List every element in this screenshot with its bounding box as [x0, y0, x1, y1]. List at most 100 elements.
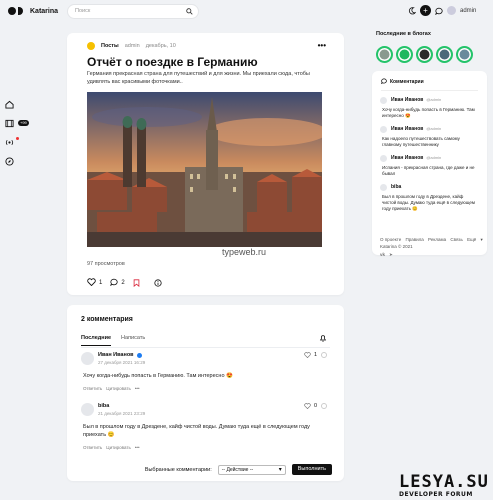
avatar [380, 97, 387, 104]
search-input[interactable] [75, 8, 175, 14]
comment-author[interactable]: biba [98, 403, 109, 409]
watermark-subtitle: DEVELOPER FORUM [399, 491, 473, 498]
vk-icon[interactable]: vk [380, 251, 385, 258]
moon-icon[interactable] [408, 6, 416, 15]
recent-comment-author: biba [391, 184, 402, 190]
comment-tabs: Последние Написать [81, 335, 145, 346]
comment-icon [110, 278, 118, 288]
action-select[interactable]: -- Действие -- [217, 464, 286, 475]
bell-icon[interactable] [319, 334, 327, 344]
comment-item: Иван Иванов 27 декабря 2021 16:29 1 Хочу… [81, 352, 331, 392]
like-count: 1 [99, 280, 103, 286]
recent-comments-header: Комментарии [380, 78, 424, 86]
story-avatar[interactable] [376, 46, 393, 63]
divider [381, 90, 478, 91]
footer-links: О проекте Правила Реклама Связь Ещё ▾ [380, 236, 490, 243]
footer-link-ads[interactable]: Реклама [428, 237, 446, 242]
comment-text: Был в прошлом году в Дрездене, кайф чист… [83, 424, 310, 438]
more-icon[interactable]: ••• [135, 386, 140, 391]
like-button[interactable]: 1 [87, 278, 102, 288]
tab-latest[interactable]: Последние [81, 335, 112, 346]
recent-comment-author: Иван Иванов @admin [391, 155, 442, 161]
story-avatar[interactable] [456, 46, 473, 63]
header-actions: + admin [408, 5, 476, 16]
compass-icon[interactable] [5, 157, 15, 167]
more-icon[interactable]: ••• [135, 445, 140, 450]
post-category[interactable]: Посты [101, 43, 119, 49]
logo[interactable] [8, 7, 23, 15]
bulk-actions: Выбранные комментарии: -- Действие -- Вы… [145, 464, 332, 475]
reply-link[interactable]: Ответить [83, 386, 102, 391]
comment-like-button[interactable]: 0 [304, 403, 317, 409]
comment-date: 27 декабря 2021 16:29 [98, 360, 146, 365]
nav-feed[interactable]: +99 [5, 119, 29, 129]
more-options-icon[interactable]: ••• [318, 41, 326, 50]
stories-title: Последние в блогах [376, 31, 431, 37]
info-icon[interactable] [154, 279, 162, 287]
execute-button[interactable]: Выполнить [291, 464, 332, 475]
post-views: 97 просмотров [87, 261, 125, 267]
username[interactable]: admin [460, 8, 476, 14]
search-box[interactable] [68, 5, 198, 18]
comment-like-count: 0 [313, 403, 317, 409]
divider [81, 347, 330, 348]
comment-date: 21 декабря 2021 23:29 [98, 411, 146, 416]
comment-author-name: biba [98, 403, 110, 409]
recent-comment-text: Хочу когда-нибудь попасть в Германию. Та… [382, 107, 475, 118]
comment-button[interactable]: 2 [110, 278, 125, 288]
home-icon[interactable] [5, 100, 15, 110]
avatar[interactable] [81, 352, 94, 365]
story-avatar[interactable] [396, 46, 413, 63]
quote-link[interactable]: Цитировать [106, 445, 131, 450]
tab-write[interactable]: Написать [121, 335, 145, 346]
avatar [380, 184, 387, 191]
watermark-title: LESYA.SU [399, 472, 489, 492]
nav-live[interactable] [5, 137, 19, 149]
footer-link-rules[interactable]: Правила [406, 237, 424, 242]
avatar [380, 126, 387, 133]
heart-icon [304, 403, 311, 409]
post-title[interactable]: Отчёт о поездке в Германию [87, 55, 327, 69]
recent-comment-text: Как надоело путешествовать самому главно… [382, 136, 460, 147]
footer-link-contact[interactable]: Связь [450, 237, 462, 242]
telegram-icon[interactable]: ➤ [389, 251, 393, 258]
post-actions: 1 2 [87, 278, 162, 288]
select-comment-checkbox[interactable] [321, 403, 327, 409]
comment-like-count: 1 [313, 352, 317, 358]
post-card: Посты admin декабрь, 10 ••• Отчёт о поез… [67, 33, 344, 295]
broadcast-icon [5, 139, 14, 149]
avatar[interactable] [81, 403, 94, 416]
add-button[interactable]: + [420, 5, 431, 16]
avatar[interactable] [447, 6, 456, 15]
category-icon [87, 42, 95, 50]
quote-link[interactable]: Цитировать [106, 386, 131, 391]
selected-comments-label: Выбранные комментарии: [144, 466, 212, 473]
verified-icon [136, 352, 142, 358]
comment-count: 2 [121, 280, 125, 286]
count-badge: +99 [18, 120, 29, 126]
post-date: декабрь, 10 [145, 43, 176, 49]
recent-comments-title: Комментарии [390, 79, 424, 85]
story-avatar[interactable] [416, 46, 433, 63]
reply-link[interactable]: Ответить [83, 445, 102, 450]
heart-icon [304, 352, 311, 358]
story-avatar[interactable] [436, 46, 453, 63]
search-icon[interactable] [186, 8, 193, 15]
site-name[interactable]: Katarina [30, 8, 58, 15]
post-author[interactable]: admin [125, 43, 140, 49]
stories-row [376, 46, 473, 63]
footer-link-more[interactable]: Ещё ▾ [467, 237, 483, 242]
comments-title: 2 комментария [81, 316, 133, 323]
comment-icon [380, 78, 387, 86]
select-comment-checkbox[interactable] [321, 352, 327, 358]
comment-author[interactable]: Иван Иванов [98, 352, 142, 358]
recent-comment-author: Иван Иванов @admin [391, 126, 442, 132]
notification-dot [16, 137, 19, 140]
footer-link-about[interactable]: О проекте [380, 237, 401, 242]
chat-icon[interactable] [435, 7, 443, 15]
bookmark-icon[interactable] [133, 279, 140, 287]
post-image[interactable] [87, 92, 322, 247]
left-rail: +99 [5, 100, 29, 167]
heart-icon [87, 278, 96, 288]
comment-like-button[interactable]: 1 [304, 352, 317, 358]
